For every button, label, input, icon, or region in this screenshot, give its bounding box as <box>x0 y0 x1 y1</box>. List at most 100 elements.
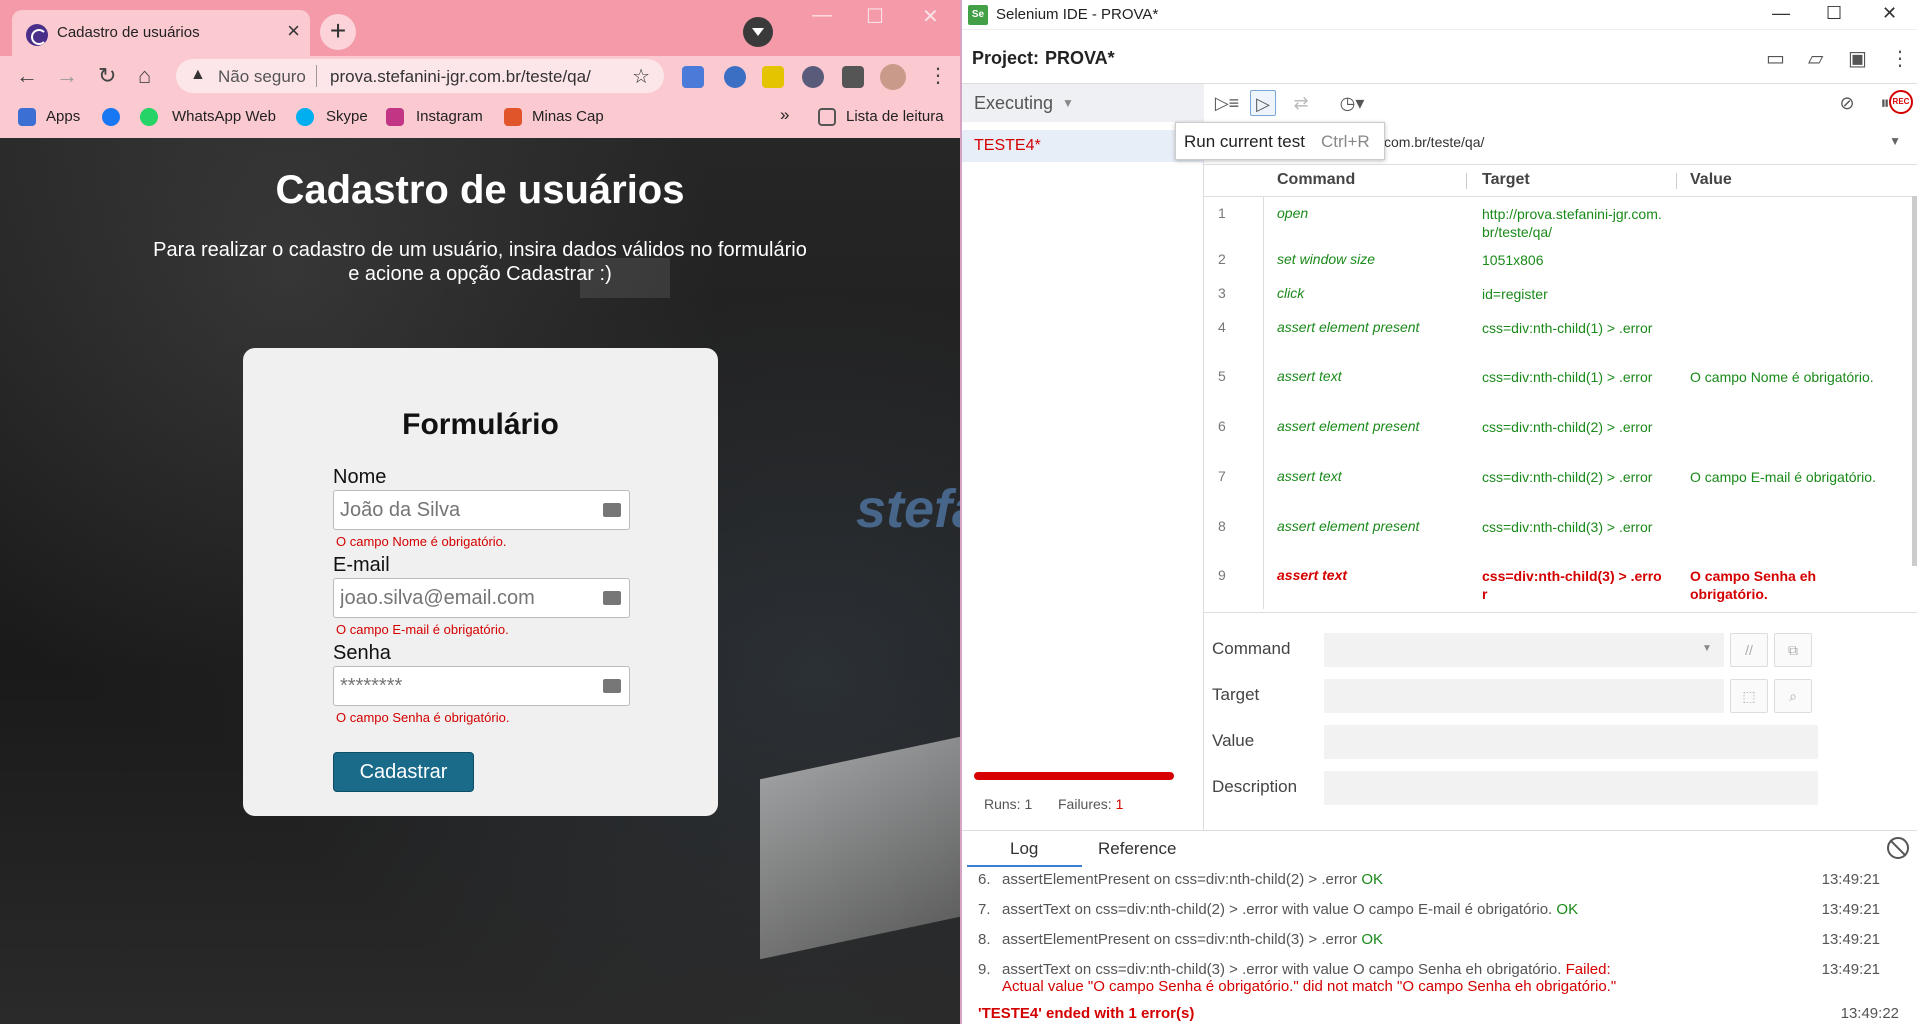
run-all-tests-icon[interactable]: ▷≡ <box>1214 90 1240 116</box>
maximize-icon[interactable]: ☐ <box>1826 3 1842 24</box>
new-tab-button[interactable]: + <box>320 14 356 50</box>
address-bar[interactable]: ▲ Não seguro prova.stefanini-jgr.com.br/… <box>176 59 664 93</box>
step-over-icon[interactable]: ⇄ <box>1288 90 1314 116</box>
executing-label: Executing <box>974 93 1054 113</box>
tab-close-icon[interactable]: × <box>287 20 300 42</box>
value-input[interactable] <box>1324 725 1818 759</box>
site-favicon-icon <box>26 24 48 46</box>
table-scrollbar[interactable] <box>1912 196 1917 566</box>
chevron-down-icon[interactable]: ▼ <box>1889 134 1901 148</box>
gear-extension-icon[interactable] <box>802 66 824 88</box>
more-options-icon[interactable]: ⋮ <box>1890 46 1910 71</box>
maximize-icon[interactable]: ☐ <box>866 4 884 29</box>
minimize-icon[interactable]: — <box>812 4 832 27</box>
chevron-down-icon[interactable]: ▼ <box>1702 643 1712 654</box>
close-window-icon[interactable]: ✕ <box>922 4 939 29</box>
translate-extension-icon[interactable] <box>682 66 704 88</box>
tooltip-shortcut: Ctrl+R <box>1321 132 1370 151</box>
screen: Cadastro de usuários × + — ☐ ✕ ← → ↻ ⌂ ▲… <box>0 0 1917 1024</box>
log-entry: 6. assertElementPresent on css=div:nth-ch… <box>978 871 1898 888</box>
record-button[interactable]: REC <box>1889 90 1913 114</box>
comment-button[interactable]: // <box>1730 633 1768 667</box>
disable-breakpoints-icon[interactable]: ⊘ <box>1834 90 1860 116</box>
web-page: stefa Cadastro de usuários Para realizar… <box>0 138 960 1024</box>
bookmark-star-icon[interactable]: ☆ <box>632 64 650 89</box>
find-target-icon[interactable]: ⌕ <box>1774 679 1812 713</box>
name-input[interactable] <box>333 490 630 530</box>
new-project-icon[interactable]: ▭ <box>1766 46 1785 71</box>
forward-icon[interactable]: → <box>56 64 78 88</box>
row-command: assert text <box>1277 567 1348 583</box>
home-icon[interactable]: ⌂ <box>138 64 151 88</box>
row-command: set window size <box>1277 251 1376 267</box>
password-input[interactable] <box>333 666 630 706</box>
row-command: assert element present <box>1277 418 1420 434</box>
close-window-icon[interactable]: ✕ <box>1882 3 1897 24</box>
reload-icon[interactable]: ↻ <box>98 64 116 88</box>
bookmark-instagram[interactable]: Instagram <box>416 108 483 125</box>
puzzle-icon[interactable] <box>842 66 864 88</box>
bookmark-whatsapp[interactable]: WhatsApp Web <box>172 108 276 125</box>
extension-icon[interactable] <box>724 66 746 88</box>
open-reference-icon[interactable]: ⧉ <box>1774 633 1812 667</box>
intro-line: e acione a opção Cadastrar :) <box>348 263 612 285</box>
avatar[interactable] <box>880 64 906 90</box>
tab-search-button[interactable] <box>743 17 773 47</box>
tab-log[interactable]: Log <box>1010 839 1038 859</box>
editor-value-label: Value <box>1212 731 1255 750</box>
instagram-icon <box>386 108 404 126</box>
page-intro: Para realizar o cadastro de um usuário, … <box>140 238 820 286</box>
log-end-time: 13:49:22 <box>1840 1005 1899 1022</box>
bookmark-apps[interactable]: Apps <box>46 108 80 125</box>
column-command: Command <box>1277 171 1356 188</box>
url-text[interactable]: prova.stefanini-jgr.com.br/teste/qa/ <box>330 67 591 87</box>
row-command: assert element present <box>1277 319 1420 335</box>
open-project-icon[interactable]: ▱ <box>1808 46 1823 71</box>
tab-reference[interactable]: Reference <box>1098 839 1176 859</box>
description-input[interactable] <box>1324 771 1818 805</box>
form-title: Formulário <box>402 408 559 441</box>
minas-cap-icon <box>504 108 522 126</box>
minimize-icon[interactable]: — <box>1772 3 1790 24</box>
target-input[interactable] <box>1324 679 1724 713</box>
back-icon[interactable]: ← <box>16 64 38 88</box>
speed-icon[interactable]: ◷▾ <box>1332 90 1372 116</box>
facebook-icon[interactable] <box>102 108 120 126</box>
password-manager-icon[interactable] <box>603 591 621 605</box>
select-target-icon[interactable]: ⬚ <box>1730 679 1768 713</box>
security-label[interactable]: Não seguro <box>218 67 306 87</box>
row-value: O campo E-mail é obrigatório. <box>1690 469 1876 485</box>
column-target: Target <box>1482 171 1530 188</box>
email-input[interactable] <box>333 578 630 618</box>
submit-button[interactable]: Cadastrar <box>333 752 474 792</box>
log-detail: Actual value "O campo Senha é obrigatóri… <box>1002 978 1617 995</box>
test-name: TESTE4* <box>974 137 1041 154</box>
row-number: 9 <box>1218 567 1226 583</box>
row-number: 6 <box>1218 418 1226 434</box>
run-current-test-icon[interactable]: ▷ <box>1250 90 1276 116</box>
project-name[interactable]: PROVA* <box>1045 48 1115 69</box>
more-bookmarks[interactable]: » <box>780 105 789 125</box>
command-select[interactable] <box>1324 633 1724 667</box>
extension-icon[interactable] <box>762 66 784 88</box>
row-target: css=div:nth-child(3) > .error <box>1482 568 1662 602</box>
clear-log-icon[interactable] <box>1887 837 1909 859</box>
menu-dots-icon[interactable]: ⋮ <box>928 64 948 88</box>
test-item[interactable]: TESTE4* <box>962 130 1204 162</box>
bookmark-skype[interactable]: Skype <box>326 108 368 125</box>
row-value: O campo Nome é obrigatório. <box>1690 369 1874 385</box>
log-status: Failed: <box>1565 961 1611 978</box>
editor-command-label: Command <box>1212 639 1291 658</box>
browser-tab[interactable]: Cadastro de usuários × <box>12 10 310 56</box>
warning-icon[interactable]: ▲ <box>190 66 206 84</box>
password-manager-icon[interactable] <box>603 503 621 517</box>
selenium-ide-window: Se Selenium IDE - PROVA* — ☐ ✕ Project: … <box>962 0 1917 1024</box>
password-manager-icon[interactable] <box>603 679 621 693</box>
failures-count: Failures: 1 <box>1058 796 1123 812</box>
column-separator <box>1676 173 1677 189</box>
bookmark-minas-cap[interactable]: Minas Cap <box>532 108 604 125</box>
executing-dropdown[interactable]: Executing ▼ <box>962 84 1204 122</box>
save-project-icon[interactable]: ▣ <box>1848 46 1867 71</box>
reading-list[interactable]: Lista de leitura <box>846 108 944 125</box>
log-status: OK <box>1361 931 1384 948</box>
